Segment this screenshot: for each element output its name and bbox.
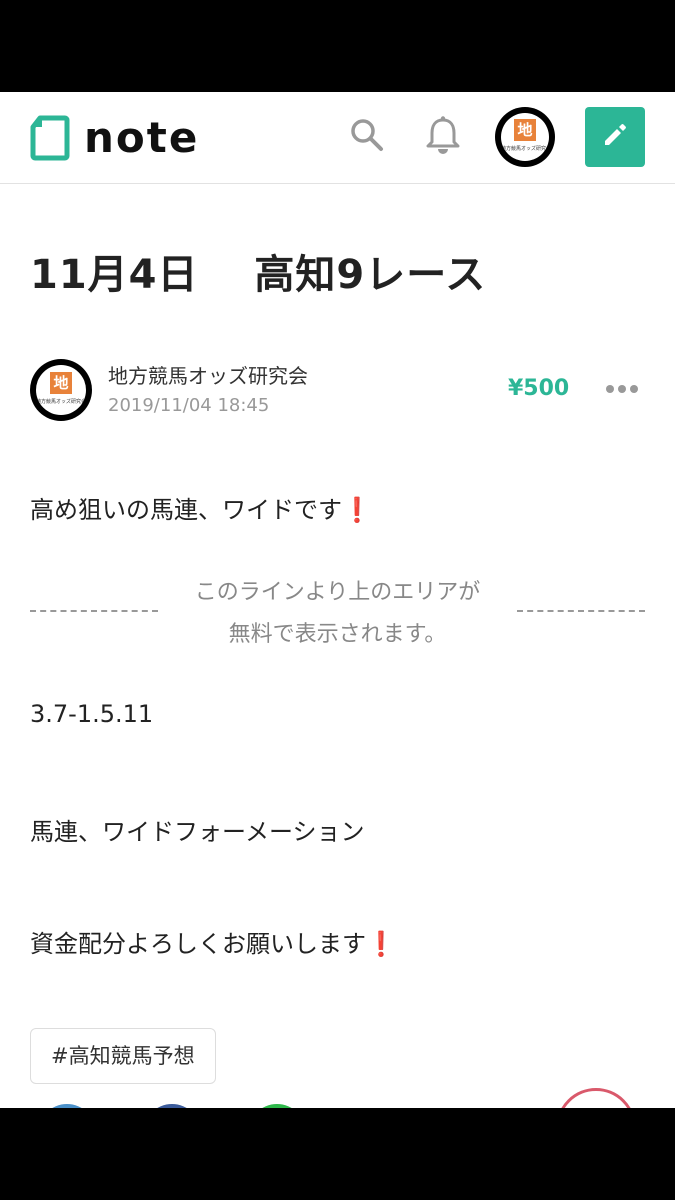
bet-type-text: 馬連、ワイドフォーメーション xyxy=(30,818,365,846)
exclamation-icon: ❗ xyxy=(366,930,396,958)
closing-text: 資金配分よろしくお願いします❗ xyxy=(30,924,396,959)
paywall-divider: このラインより上のエリアが 無料で表示されます。 xyxy=(30,572,645,652)
note-logo[interactable]: note xyxy=(30,114,199,162)
note-logo-icon xyxy=(30,115,70,161)
share-button-2[interactable] xyxy=(143,1104,201,1108)
more-options-button[interactable] xyxy=(606,375,638,403)
dashed-line-right xyxy=(517,610,645,612)
more-dot xyxy=(618,385,626,393)
author-avatar-caption: 地方競馬オッズ研究会 xyxy=(36,399,86,405)
author-avatar-badge: 地 xyxy=(50,372,72,394)
share-button-1[interactable] xyxy=(38,1104,96,1108)
search-icon xyxy=(349,117,385,157)
paywall-notice-line2: 無料で表示されます。 xyxy=(228,622,447,647)
logo-text: note xyxy=(84,113,200,162)
notifications-button[interactable] xyxy=(420,114,466,160)
share-button-3[interactable] xyxy=(248,1104,306,1108)
search-button[interactable] xyxy=(344,114,390,160)
pencil-icon xyxy=(602,122,628,152)
screen: note 地 地方競馬オッズ研究会 11月4日 高知9レース 地 地方競馬オッズ… xyxy=(0,92,675,1108)
price-label: ¥500 xyxy=(508,376,570,401)
exclamation-icon: ❗ xyxy=(342,496,372,524)
more-dot xyxy=(606,385,614,393)
bell-icon xyxy=(426,115,460,159)
intro-body: 高め狙いの馬連、ワイドです xyxy=(30,496,342,524)
more-dot xyxy=(630,385,638,393)
paywall-notice-line1: このラインより上のエリアが xyxy=(194,580,481,605)
write-button[interactable] xyxy=(585,107,645,167)
intro-text: 高め狙いの馬連、ワイドです❗ xyxy=(30,490,372,525)
paywall-notice: このラインより上のエリアが 無料で表示されます。 xyxy=(158,572,517,656)
article-title: 11月4日 高知9レース xyxy=(30,252,487,298)
author-avatar[interactable]: 地 地方競馬オッズ研究会 xyxy=(30,359,92,421)
user-avatar[interactable]: 地 地方競馬オッズ研究会 xyxy=(495,107,555,167)
hashtag-chip[interactable]: #高知競馬予想 xyxy=(30,1028,216,1084)
author-avatar-image: 地 地方競馬オッズ研究会 xyxy=(36,365,86,415)
dashed-line-left xyxy=(30,610,158,612)
like-button[interactable] xyxy=(556,1088,636,1108)
app-header: note 地 地方競馬オッズ研究会 xyxy=(0,92,675,184)
post-date: 2019/11/04 18:45 xyxy=(108,395,270,416)
avatar-caption: 地方競馬オッズ研究会 xyxy=(501,146,549,152)
avatar-image: 地 地方競馬オッズ研究会 xyxy=(501,113,549,161)
author-name[interactable]: 地方競馬オッズ研究会 xyxy=(108,360,308,389)
numbers-text: 3.7-1.5.11 xyxy=(30,700,154,728)
avatar-badge: 地 xyxy=(514,119,536,141)
closing-body: 資金配分よろしくお願いします xyxy=(30,930,366,958)
